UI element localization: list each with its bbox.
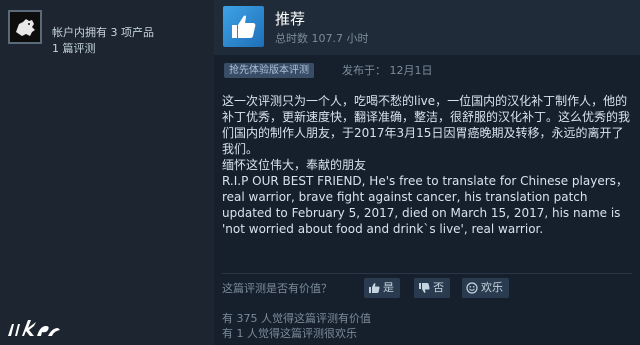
thumbs-up-icon — [369, 283, 380, 293]
smiley-icon — [466, 282, 478, 294]
watermark-logo — [8, 320, 60, 336]
funny-count: 有 1 人觉得这篇评测很欢乐 — [222, 327, 357, 340]
helpful-question: 这篇评测是否有价值？ — [222, 282, 332, 295]
review-verdict[interactable]: 推荐 — [275, 8, 305, 29]
posted-date: 发布于： 12月1日 — [342, 64, 433, 77]
review-count[interactable]: 1 篇评测 — [52, 40, 96, 56]
playtime-hours: 总时数 107.7 小时 — [275, 32, 369, 45]
vote-yes-label: 是 — [383, 281, 394, 294]
lion-avatar-icon — [10, 12, 40, 42]
thumbs-down-icon — [419, 283, 430, 293]
thumbs-up-icon — [223, 6, 264, 47]
review-header: 推荐 总时数 107.7 小时 — [214, 0, 640, 55]
vote-funny-button[interactable]: 欢乐 — [462, 278, 509, 298]
vote-no-label: 否 — [433, 281, 444, 294]
review-text: 这一次评测只为一个人，吃喝不愁的live，一位国内的汉化补丁制作人，他的补丁优秀… — [222, 93, 630, 237]
review-paragraph: R.I.P OUR BEST FRIEND, He's free to tran… — [222, 174, 628, 236]
reviewer-panel: 帐户内拥有 3 项产品 1 篇评测 — [0, 0, 214, 345]
review-paragraph: 这一次评测只为一个人，吃喝不愁的live，一位国内的汉化补丁制作人，他的补丁优秀… — [222, 94, 631, 156]
review-paragraph: 缅怀这位伟大，奉献的朋友 — [222, 158, 367, 172]
avatar[interactable] — [8, 10, 42, 44]
products-owned[interactable]: 帐户内拥有 3 项产品 — [52, 24, 154, 40]
vote-no-button[interactable]: 否 — [414, 278, 450, 298]
review-panel: 推荐 总时数 107.7 小时 抢先体验版本评测 发布于： 12月1日 这一次评… — [214, 0, 640, 345]
early-access-badge: 抢先体验版本评测 — [224, 63, 314, 78]
review-page: 帐户内拥有 3 项产品 1 篇评测 推荐 总时数 107.7 小时 抢先体验版本… — [0, 0, 640, 345]
divider — [222, 273, 632, 274]
vote-yes-button[interactable]: 是 — [364, 278, 400, 298]
vote-funny-label: 欢乐 — [481, 281, 503, 294]
helpful-count: 有 375 人觉得这篇评测有价值 — [222, 312, 371, 325]
